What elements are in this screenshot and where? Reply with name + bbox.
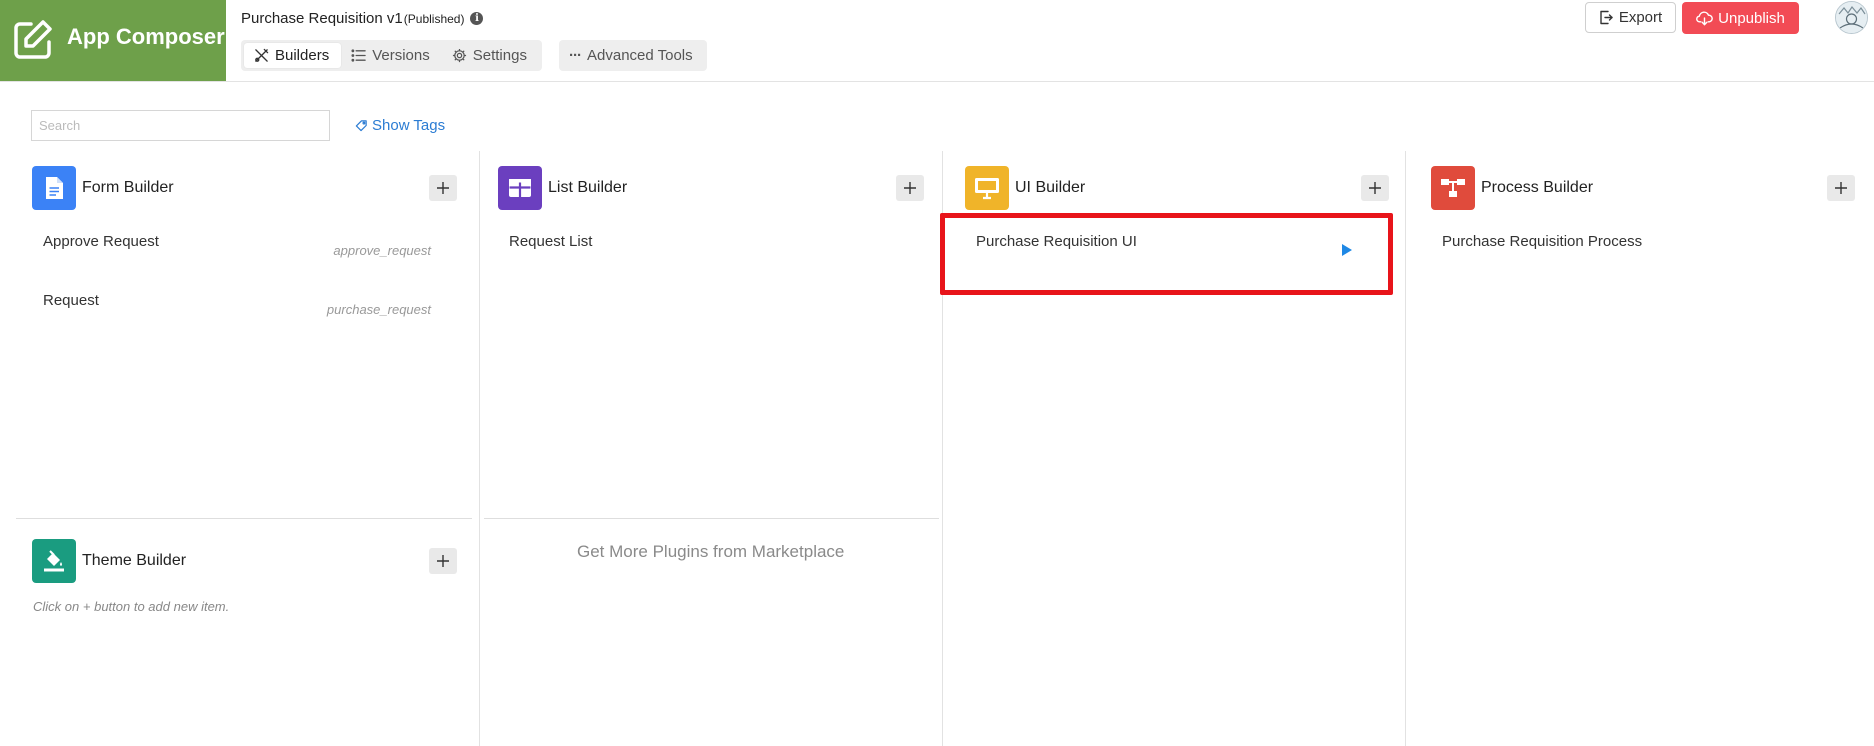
gear-icon	[452, 48, 466, 63]
export-label: Export	[1618, 9, 1663, 26]
avatar[interactable]	[1835, 1, 1868, 34]
plus-icon	[437, 555, 449, 567]
ui-builder-title: UI Builder	[1015, 179, 1086, 196]
export-button[interactable]: Export	[1585, 2, 1676, 33]
process-builder-title: Process Builder	[1481, 179, 1594, 196]
row-divider	[16, 518, 472, 519]
app-name: Purchase Requisition v1	[241, 10, 403, 27]
tag-icon	[355, 120, 367, 132]
document-icon	[32, 166, 76, 210]
column-divider	[479, 151, 480, 746]
brand-title: App Composer	[67, 24, 225, 49]
tab-settings-label: Settings	[472, 47, 527, 64]
hint-plus-symbol: +	[82, 599, 91, 614]
edit-icon	[14, 20, 52, 59]
highlight-box	[940, 213, 1393, 295]
plus-icon	[1835, 182, 1847, 194]
list-builder-title: List Builder	[548, 179, 628, 196]
builder-tabs: Builders Versions Settings	[241, 40, 542, 71]
tools-icon	[255, 48, 269, 62]
unpublish-label: Unpublish	[1718, 9, 1785, 27]
process-builder-header: Process Builder	[1431, 166, 1593, 210]
process-item-purchase-requisition-process[interactable]: Purchase Requisition Process	[1442, 233, 1642, 250]
show-tags-label: Show Tags	[372, 117, 446, 134]
top-bar: App Composer Purchase Requisition v1 (Pu…	[0, 0, 1874, 82]
user-avatar-icon	[1836, 2, 1867, 33]
export-icon	[1600, 10, 1613, 25]
form-item-approve-request[interactable]: Approve Request	[43, 233, 159, 250]
form-builder-title: Form Builder	[82, 179, 174, 196]
more-dots-icon: ···	[569, 47, 582, 64]
list-builder-header: List Builder	[498, 166, 627, 210]
add-process-button[interactable]	[1827, 175, 1855, 201]
plus-icon	[1369, 182, 1381, 194]
tab-settings[interactable]: Settings	[442, 43, 539, 68]
show-tags-link[interactable]: Show Tags	[355, 117, 445, 134]
add-ui-button[interactable]	[1361, 175, 1389, 201]
add-form-button[interactable]	[429, 175, 457, 201]
form-builder-header: Form Builder	[32, 166, 174, 210]
form-item-key: purchase_request	[326, 302, 431, 317]
form-item-key: approve_request	[333, 243, 431, 258]
paint-bucket-icon	[32, 539, 76, 583]
form-item-request[interactable]: Request	[43, 292, 99, 309]
info-icon[interactable]: i	[470, 12, 484, 25]
search-input[interactable]	[31, 110, 330, 141]
list-item-request-list[interactable]: Request List	[509, 233, 592, 250]
table-icon	[498, 166, 542, 210]
monitor-icon	[965, 166, 1009, 210]
plus-icon	[437, 182, 449, 194]
list-icon	[351, 49, 366, 62]
add-theme-button[interactable]	[429, 548, 457, 574]
unpublish-button[interactable]: Unpublish	[1682, 2, 1799, 34]
app-status-badge: (Published)	[403, 11, 465, 26]
hint-suffix: button to add new item.	[94, 599, 230, 614]
marketplace-link[interactable]: Get More Plugins from Marketplace	[577, 542, 844, 562]
brand-block: App Composer	[0, 0, 226, 81]
row-divider	[484, 518, 939, 519]
column-divider	[1405, 151, 1406, 746]
tab-builders-label: Builders	[275, 47, 330, 64]
advanced-tools-label: Advanced Tools	[587, 47, 693, 64]
plus-icon	[904, 182, 916, 194]
cloud-download-icon	[1696, 10, 1713, 25]
ui-builder-header: UI Builder	[965, 166, 1085, 210]
theme-builder-header: Theme Builder	[32, 539, 186, 583]
theme-builder-title: Theme Builder	[82, 552, 187, 569]
add-list-button[interactable]	[896, 175, 924, 201]
flow-icon	[1431, 166, 1475, 210]
tab-versions[interactable]: Versions	[341, 43, 442, 68]
advanced-tools-button[interactable]: ··· Advanced Tools	[559, 40, 707, 71]
tab-versions-label: Versions	[372, 47, 430, 64]
theme-empty-hint: Click on + button to add new item.	[33, 599, 229, 614]
app-title: Purchase Requisition v1 (Published) i	[241, 10, 484, 27]
hint-prefix: Click on	[33, 599, 80, 614]
tab-builders[interactable]: Builders	[244, 43, 342, 68]
